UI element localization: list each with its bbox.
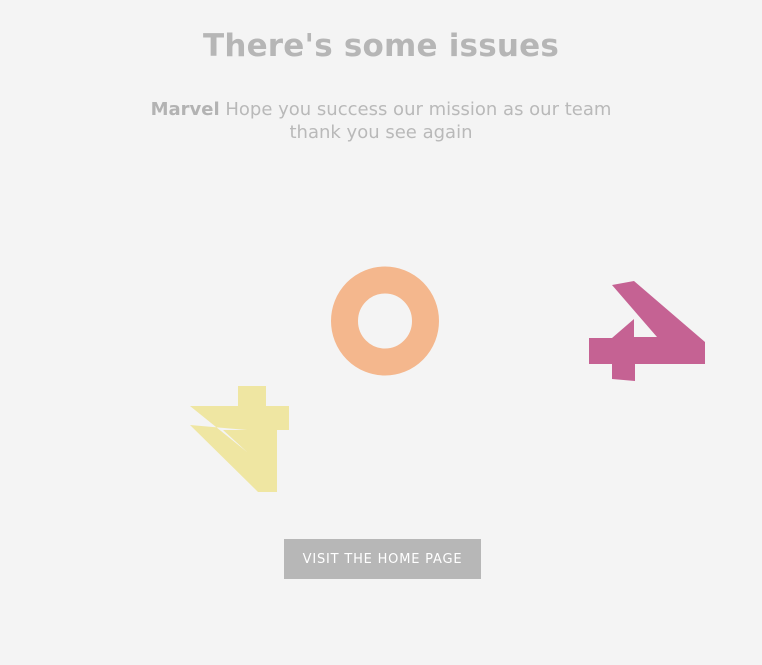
error-page: There's some issues Marvel Hope you succ… xyxy=(0,0,762,665)
digit-zero: 0 xyxy=(331,266,439,376)
visit-home-page-button[interactable]: VISIT THE HOME PAGE xyxy=(284,539,481,579)
digit-four-right: 4 xyxy=(589,281,705,381)
digit-four-left: 4 xyxy=(190,386,289,492)
